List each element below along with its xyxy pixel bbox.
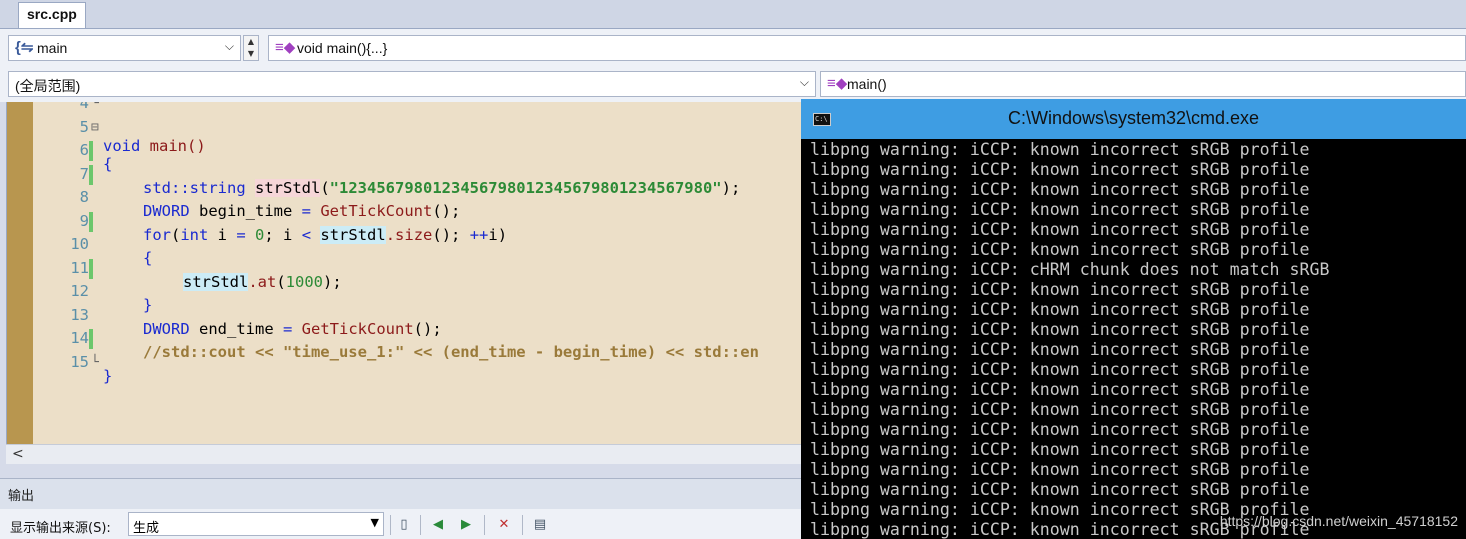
code-line-11[interactable]: strStdl.at(1000); xyxy=(7,271,801,295)
toolbar-separator xyxy=(484,515,485,535)
scope-dropdown[interactable]: {⇋ main ⌵ xyxy=(8,35,241,61)
console-line: libpng warning: iCCP: known incorrect sR… xyxy=(810,180,1310,199)
console-line: libpng warning: iCCP: known incorrect sR… xyxy=(810,160,1310,179)
console-line: libpng warning: iCCP: known incorrect sR… xyxy=(810,140,1310,159)
console-line: libpng warning: iCCP: known incorrect sR… xyxy=(810,220,1310,239)
code-line-15[interactable]: } xyxy=(7,365,801,389)
previous-message-icon[interactable]: ◀ xyxy=(428,515,448,535)
fold-line-icon: └ xyxy=(91,102,99,111)
console-title: C:\Windows\system32\cmd.exe xyxy=(1007,108,1260,128)
console-line: libpng warning: iCCP: known incorrect sR… xyxy=(810,280,1310,299)
code-line-7[interactable]: std::string strStdl("1234567980123456798… xyxy=(7,177,801,201)
dropdown-arrow-icon: ▼ xyxy=(370,516,379,529)
code-line-14[interactable]: //std::cout << "time_use_1:" << (end_tim… xyxy=(7,341,801,365)
next-message-icon[interactable]: ▶ xyxy=(456,515,476,535)
horizontal-scrollbar[interactable]: < xyxy=(6,444,801,464)
console-window[interactable]: C:\ C:\Windows\system32\cmd.exe libpng w… xyxy=(801,99,1466,539)
toggle-word-wrap-icon[interactable]: ▤ xyxy=(530,515,550,535)
console-title-bar[interactable]: C:\ C:\Windows\system32\cmd.exe xyxy=(801,99,1466,139)
code-line-10[interactable]: { xyxy=(7,247,801,271)
code-line-13[interactable]: DWORD end_time = GetTickCount(); xyxy=(7,318,801,342)
scope-value: main xyxy=(37,40,68,56)
toolbar-separator xyxy=(522,515,523,535)
code-editor[interactable]: 4 └ 5 ⊟ 6 7 8 9 10 11 12 13 14 15 └ void main() { std:… xyxy=(6,102,801,444)
chevron-down-icon: ⌵ xyxy=(799,75,809,89)
console-line: libpng warning: iCCP: known incorrect sR… xyxy=(810,440,1310,459)
output-panel-title: 输出 xyxy=(8,489,35,504)
console-line: libpng warning: iCCP: known incorrect sR… xyxy=(810,420,1310,439)
scope-spinner[interactable]: ▲ ▼ xyxy=(243,35,259,61)
chevron-down-icon: ⌵ xyxy=(224,39,234,53)
navigation-bar: {⇋ main ⌵ ▲ ▼ ≡◆ void main(){...} xyxy=(0,28,1466,68)
console-line: libpng warning: iCCP: known incorrect sR… xyxy=(810,300,1310,319)
console-line: libpng warning: iCCP: known incorrect sR… xyxy=(810,240,1310,259)
output-source-value: 生成 xyxy=(133,521,160,536)
console-line: libpng warning: iCCP: cHRM chunk does no… xyxy=(810,260,1330,279)
function-value: main() xyxy=(847,76,887,92)
function-dropdown[interactable]: ≡◆ main() xyxy=(820,71,1466,97)
code-line-6[interactable]: { xyxy=(7,153,801,177)
project-scope-dropdown[interactable]: (全局范围) ⌵ xyxy=(8,71,816,97)
project-scope-value: (全局范围) xyxy=(15,78,81,94)
console-line: libpng warning: iCCP: known incorrect sR… xyxy=(810,320,1310,339)
code-line-9[interactable]: for(int i = 0; i < strStdl.size(); ++i) xyxy=(7,224,801,248)
console-line: libpng warning: iCCP: known incorrect sR… xyxy=(810,200,1310,219)
console-line: libpng warning: iCCP: known incorrect sR… xyxy=(810,400,1310,419)
console-output: libpng warning: iCCP: known incorrect sR… xyxy=(810,140,1460,539)
line-number: 4 xyxy=(79,102,89,112)
tab-src-cpp[interactable]: src.cpp xyxy=(18,2,86,28)
toolbar-separator xyxy=(390,515,391,535)
method-icon: ≡◆ xyxy=(827,75,848,92)
tab-label: src.cpp xyxy=(27,6,77,22)
gutter-row: 4 └ xyxy=(7,102,801,116)
method-icon: ≡◆ xyxy=(275,39,296,56)
console-line: libpng warning: iCCP: known incorrect sR… xyxy=(810,380,1310,399)
output-source-dropdown[interactable]: 生成 ▼ xyxy=(128,512,384,536)
member-value: void main(){...} xyxy=(297,40,388,56)
code-line-12[interactable]: } xyxy=(7,294,801,318)
clear-all-icon[interactable]: ✕ xyxy=(494,515,514,535)
output-toolbar: 显示输出来源(S): 生成 ▼ ▯ ◀ ▶ ✕ ▤ xyxy=(0,509,801,539)
console-line: libpng warning: iCCP: known incorrect sR… xyxy=(810,480,1310,499)
scroll-left-icon[interactable]: < xyxy=(12,446,24,462)
navigation-bar-2: (全局范围) ⌵ ≡◆ main() xyxy=(0,68,1466,102)
console-line: libpng warning: iCCP: known incorrect sR… xyxy=(810,340,1310,359)
watermark-text: https://blog.csdn.net/weixin_45718152 xyxy=(1219,513,1458,529)
output-panel: 输出 显示输出来源(S): 生成 ▼ ▯ ◀ ▶ ✕ ▤ xyxy=(0,478,801,539)
spin-down-icon[interactable]: ▼ xyxy=(244,48,258,60)
console-line: libpng warning: iCCP: known incorrect sR… xyxy=(810,360,1310,379)
code-line-8[interactable]: DWORD begin_time = GetTickCount(); xyxy=(7,200,801,224)
member-dropdown[interactable]: ≡◆ void main(){...} xyxy=(268,35,1466,61)
toolbar-separator xyxy=(420,515,421,535)
console-line: libpng warning: iCCP: known incorrect sR… xyxy=(810,460,1310,479)
go-to-message-icon[interactable]: ▯ xyxy=(394,515,414,535)
output-source-label: 显示输出来源(S): xyxy=(10,521,111,536)
document-tab-strip: src.cpp xyxy=(0,0,1466,28)
scope-icon: {⇋ xyxy=(15,39,34,56)
spin-up-icon[interactable]: ▲ xyxy=(244,36,258,48)
